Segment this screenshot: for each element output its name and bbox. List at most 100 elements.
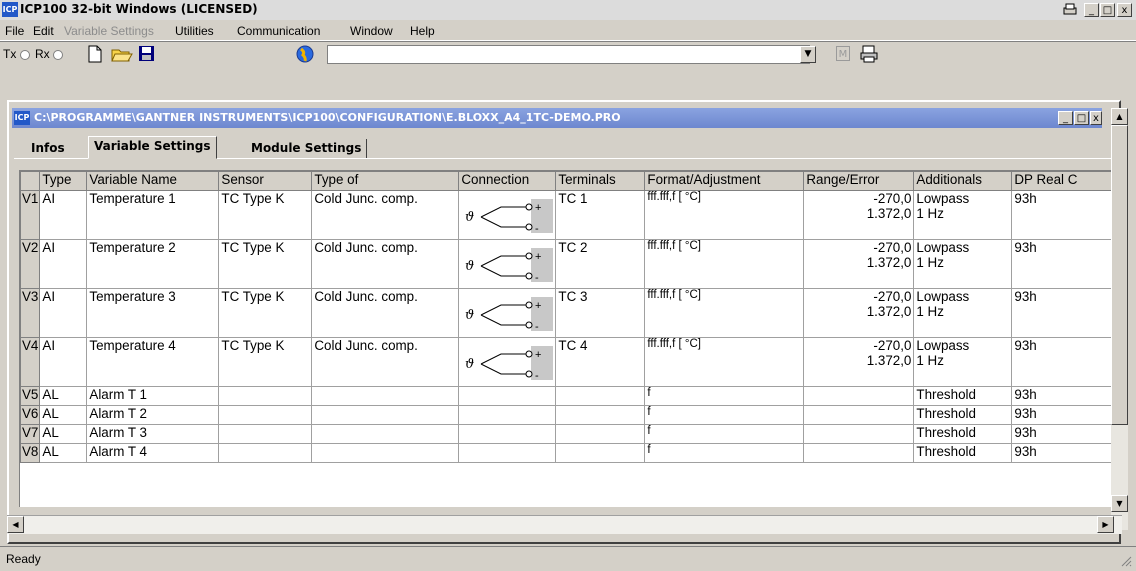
menu-window[interactable]: Window [350, 24, 393, 38]
menu-communication[interactable]: Communication [237, 24, 320, 38]
maximize-button[interactable]: □ [1100, 3, 1115, 17]
type-cell[interactable]: AL [39, 424, 88, 444]
close-button[interactable]: x [1117, 3, 1132, 17]
additionals-cell[interactable]: Lowpass 1 Hz [913, 190, 1013, 240]
type-cell[interactable]: AI [39, 288, 88, 338]
column-header[interactable]: Connection [458, 171, 557, 191]
type-cell[interactable]: AL [39, 405, 88, 425]
menu-help[interactable]: Help [410, 24, 435, 38]
doc-maximize-button[interactable]: □ [1074, 111, 1089, 125]
format-cell[interactable]: fff.fff,f [ °C] [644, 288, 805, 338]
printer-icon[interactable] [860, 45, 880, 66]
column-header[interactable]: Type [39, 171, 88, 191]
row-id-cell[interactable]: V7 [20, 424, 41, 444]
scroll-right-icon[interactable]: ▶ [1097, 516, 1114, 533]
variable-name-cell[interactable]: Temperature 1 [86, 190, 220, 240]
chevron-down-icon[interactable]: ▼ [800, 46, 816, 63]
range-cell[interactable]: -270,0 1.372,0 [803, 288, 915, 338]
row-id-cell[interactable]: V8 [20, 443, 41, 463]
corner-header[interactable] [20, 171, 41, 191]
print-screen-icon[interactable] [1062, 3, 1078, 20]
connection-cell[interactable]: ϑ + - [458, 288, 557, 338]
menu-variable-settings[interactable]: Variable Settings [64, 24, 154, 38]
column-header[interactable]: Variable Name [86, 171, 220, 191]
variable-name-cell[interactable]: Temperature 3 [86, 288, 220, 338]
dp-real-cell[interactable]: 93h [1011, 443, 1113, 463]
type-of-cell[interactable] [311, 443, 460, 463]
tab-variable-settings[interactable]: Variable Settings [88, 136, 217, 159]
format-cell[interactable]: f [644, 424, 805, 444]
range-cell[interactable] [803, 443, 915, 463]
row-id-cell[interactable]: V2 [20, 239, 41, 289]
scroll-down-icon[interactable]: ▼ [1111, 495, 1128, 512]
column-header[interactable]: Format/Adjustment [644, 171, 805, 191]
m-icon[interactable]: M [836, 46, 850, 61]
type-cell[interactable]: AI [39, 239, 88, 289]
range-cell[interactable]: -270,0 1.372,0 [803, 190, 915, 240]
terminals-cell[interactable] [555, 424, 646, 444]
range-cell[interactable] [803, 405, 915, 425]
new-file-icon[interactable] [87, 45, 103, 66]
dp-real-cell[interactable]: 93h [1011, 405, 1113, 425]
connection-cell[interactable] [458, 386, 557, 406]
document-icon[interactable]: ICP [14, 111, 30, 125]
sensor-cell[interactable]: TC Type K [218, 288, 313, 338]
tab-infos[interactable]: Infos [26, 139, 70, 159]
scroll-left-icon[interactable]: ◀ [7, 516, 24, 533]
type-of-cell[interactable] [311, 424, 460, 444]
rx-radio[interactable] [53, 49, 64, 60]
row-id-cell[interactable]: V1 [20, 190, 41, 240]
table-row[interactable]: V4 AI Temperature 4 TC Type K Cold Junc. com… [20, 337, 1113, 387]
variable-name-cell[interactable]: Temperature 4 [86, 337, 220, 387]
terminals-cell[interactable]: TC 1 [555, 190, 646, 240]
additionals-cell[interactable]: Lowpass 1 Hz [913, 239, 1013, 289]
connection-cell[interactable]: ϑ + - [458, 239, 557, 289]
row-id-cell[interactable]: V5 [20, 386, 41, 406]
table-row[interactable]: V5 AL Alarm T 1 f Threshold 93h [20, 386, 1113, 406]
open-folder-icon[interactable] [111, 45, 133, 66]
terminals-cell[interactable] [555, 386, 646, 406]
table-row[interactable]: V8 AL Alarm T 4 f Threshold 93h [20, 443, 1113, 463]
sensor-cell[interactable] [218, 386, 313, 406]
doc-minimize-button[interactable]: _ [1058, 111, 1073, 125]
variable-name-cell[interactable]: Alarm T 2 [86, 405, 220, 425]
range-cell[interactable] [803, 386, 915, 406]
column-header[interactable]: DP Real C [1011, 171, 1113, 191]
sensor-cell[interactable] [218, 405, 313, 425]
range-cell[interactable]: -270,0 1.372,0 [803, 337, 915, 387]
sensor-cell[interactable] [218, 424, 313, 444]
sensor-cell[interactable] [218, 443, 313, 463]
type-of-cell[interactable]: Cold Junc. comp. [311, 239, 460, 289]
resize-grip-icon[interactable] [1120, 555, 1132, 570]
terminals-cell[interactable]: TC 2 [555, 239, 646, 289]
format-cell[interactable]: fff.fff,f [ °C] [644, 337, 805, 387]
variable-name-cell[interactable]: Alarm T 3 [86, 424, 220, 444]
variable-name-cell[interactable]: Temperature 2 [86, 239, 220, 289]
type-of-cell[interactable]: Cold Junc. comp. [311, 190, 460, 240]
horizontal-scrollbar[interactable]: ◀ ▶ [7, 515, 1122, 534]
additionals-cell[interactable]: Threshold [913, 405, 1013, 425]
format-cell[interactable]: fff.fff,f [ °C] [644, 190, 805, 240]
connection-cell[interactable] [458, 405, 557, 425]
type-of-cell[interactable]: Cold Junc. comp. [311, 337, 460, 387]
additionals-cell[interactable]: Threshold [913, 386, 1013, 406]
format-cell[interactable]: f [644, 405, 805, 425]
connection-cell[interactable] [458, 443, 557, 463]
additionals-cell[interactable]: Threshold [913, 424, 1013, 444]
additionals-cell[interactable]: Lowpass 1 Hz [913, 337, 1013, 387]
terminals-cell[interactable]: TC 3 [555, 288, 646, 338]
type-of-cell[interactable] [311, 386, 460, 406]
dp-real-cell[interactable]: 93h [1011, 337, 1113, 387]
sensor-cell[interactable]: TC Type K [218, 239, 313, 289]
terminals-cell[interactable] [555, 443, 646, 463]
format-cell[interactable]: fff.fff,f [ °C] [644, 239, 805, 289]
dp-real-cell[interactable]: 93h [1011, 239, 1113, 289]
column-header[interactable]: Terminals [555, 171, 646, 191]
type-cell[interactable]: AI [39, 337, 88, 387]
additionals-cell[interactable]: Lowpass 1 Hz [913, 288, 1013, 338]
connection-combo[interactable] [327, 45, 810, 64]
dp-real-cell[interactable]: 93h [1011, 386, 1113, 406]
table-row[interactable]: V6 AL Alarm T 2 f Threshold 93h [20, 405, 1113, 425]
variable-name-cell[interactable]: Alarm T 4 [86, 443, 220, 463]
terminals-cell[interactable]: TC 4 [555, 337, 646, 387]
